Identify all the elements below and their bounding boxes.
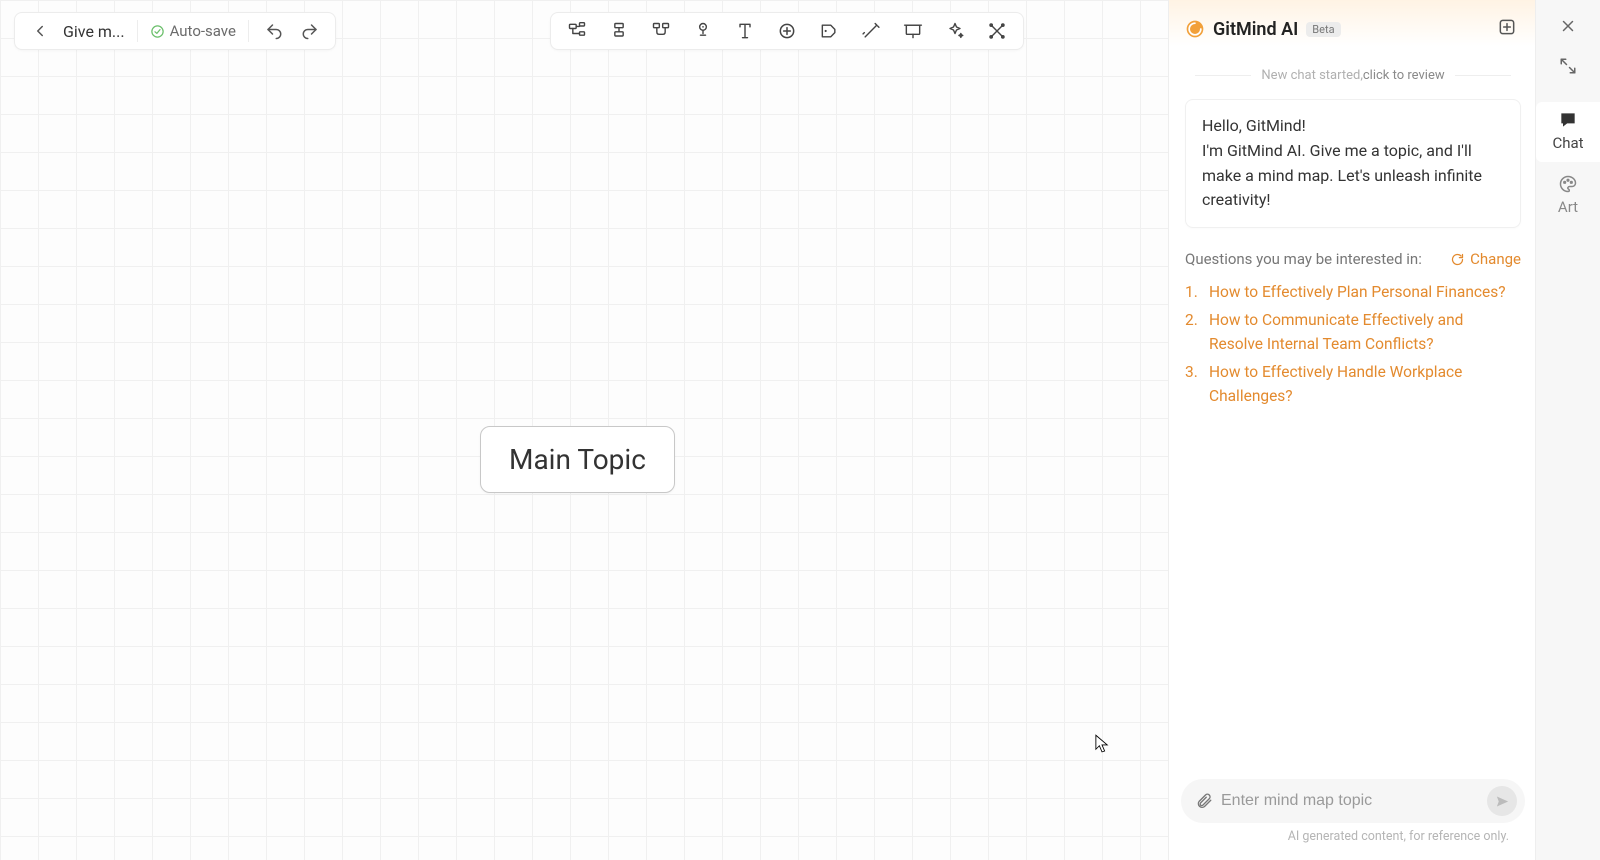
ai-disclaimer: AI generated content, for reference only… [1181, 823, 1525, 854]
divider [248, 20, 249, 42]
wand-icon [861, 21, 881, 41]
change-label: Change [1470, 250, 1521, 268]
new-chat-icon [1497, 17, 1517, 37]
chat-bubble-icon [1558, 110, 1578, 130]
suggestion-item[interactable]: 3. How to Effectively Handle Workplace C… [1185, 358, 1521, 410]
rail-tab-art[interactable]: Art [1536, 166, 1600, 226]
center-toolbar [550, 12, 1024, 50]
add-subtopic-button[interactable] [559, 14, 595, 48]
new-chat-button[interactable] [1493, 13, 1521, 45]
format-painter-button[interactable] [979, 14, 1015, 48]
subtopic-icon [567, 21, 587, 41]
suggestion-item[interactable]: 1. How to Effectively Plan Personal Fina… [1185, 278, 1521, 306]
suggestion-number: 1. [1185, 280, 1203, 304]
ai-panel-title: GitMind AI [1213, 19, 1298, 40]
ai-input-container [1181, 779, 1525, 823]
ai-panel-header: GitMind AI Beta [1169, 0, 1537, 58]
ai-panel: GitMind AI Beta New chat started, click … [1168, 0, 1537, 860]
suggestion-text: How to Communicate Effectively and Resol… [1209, 308, 1521, 356]
tag-icon [819, 21, 839, 41]
expand-icon [1559, 57, 1577, 75]
suggestion-item[interactable]: 2. How to Communicate Effectively and Re… [1185, 306, 1521, 358]
text-icon [735, 21, 755, 41]
send-button[interactable] [1487, 786, 1517, 816]
ai-greeting-message: Hello, GitMind! I'm GitMind AI. Give me … [1185, 99, 1521, 228]
chevron-left-icon [31, 22, 49, 40]
undo-icon [265, 22, 283, 40]
paperclip-icon [1195, 792, 1213, 810]
attachment-button[interactable] [1195, 792, 1213, 810]
autosave-status[interactable]: Auto-save [146, 22, 240, 40]
main-topic-node[interactable]: Main Topic [480, 426, 675, 493]
send-icon [1495, 794, 1510, 809]
suggestions-header: Questions you may be interested in: Chan… [1169, 242, 1537, 274]
tag-button[interactable] [811, 14, 847, 48]
new-chat-prefix: New chat started, [1261, 68, 1362, 83]
ai-input-field[interactable] [1213, 792, 1487, 810]
add-sibling-button[interactable] [601, 14, 637, 48]
close-icon [1559, 17, 1577, 35]
presentation-icon [903, 21, 923, 41]
divider [137, 20, 138, 42]
suggestions-title: Questions you may be interested in: [1185, 250, 1422, 268]
art-palette-icon [1558, 174, 1578, 194]
redo-icon [301, 22, 319, 40]
presentation-button[interactable] [895, 14, 931, 48]
plus-circle-icon [777, 21, 797, 41]
undo-button[interactable] [257, 14, 291, 48]
close-panel-button[interactable] [1544, 8, 1592, 44]
suggestion-number: 3. [1185, 360, 1203, 408]
header-left: Give m... Auto-save [14, 12, 336, 50]
review-link[interactable]: click to review [1363, 68, 1445, 83]
document-title[interactable]: Give m... [59, 22, 129, 41]
logo-swirl-icon [1185, 19, 1205, 39]
summary-icon [693, 21, 713, 41]
refresh-icon [1450, 252, 1465, 267]
sparkle-icon [945, 21, 965, 41]
suggestion-text: How to Effectively Plan Personal Finance… [1209, 280, 1506, 304]
redo-button[interactable] [293, 14, 327, 48]
ai-greeting-line2: I'm GitMind AI. Give me a topic, and I'l… [1202, 139, 1504, 213]
suggestion-text: How to Effectively Handle Workplace Chal… [1209, 360, 1521, 408]
relationship-icon [651, 21, 671, 41]
change-suggestions-button[interactable]: Change [1450, 250, 1521, 268]
mindmap-canvas[interactable]: Main Topic [0, 0, 1168, 860]
new-chat-divider: New chat started, click to review [1169, 58, 1537, 93]
summary-button[interactable] [685, 14, 721, 48]
rail-tab-art-label: Art [1558, 198, 1578, 216]
check-circle-icon [150, 24, 165, 39]
ai-greeting-line1: Hello, GitMind! [1202, 114, 1504, 139]
back-button[interactable] [23, 14, 57, 48]
ai-sparkle-button[interactable] [937, 14, 973, 48]
expand-panel-button[interactable] [1544, 48, 1592, 84]
main-topic-label: Main Topic [509, 443, 646, 476]
smart-layout-button[interactable] [853, 14, 889, 48]
right-tool-rail: Chat Art [1535, 0, 1600, 860]
text-button[interactable] [727, 14, 763, 48]
rail-tab-chat-label: Chat [1552, 134, 1583, 152]
ai-input-area: AI generated content, for reference only… [1169, 779, 1537, 860]
crossed-tools-icon [987, 21, 1007, 41]
relationship-button[interactable] [643, 14, 679, 48]
suggestions-list: 1. How to Effectively Plan Personal Fina… [1169, 274, 1537, 414]
beta-badge: Beta [1306, 22, 1340, 37]
insert-button[interactable] [769, 14, 805, 48]
autosave-label: Auto-save [170, 22, 236, 40]
gitmind-logo-icon [1185, 19, 1205, 39]
rail-tab-chat[interactable]: Chat [1536, 102, 1600, 162]
suggestion-number: 2. [1185, 308, 1203, 356]
sibling-icon [609, 21, 629, 41]
